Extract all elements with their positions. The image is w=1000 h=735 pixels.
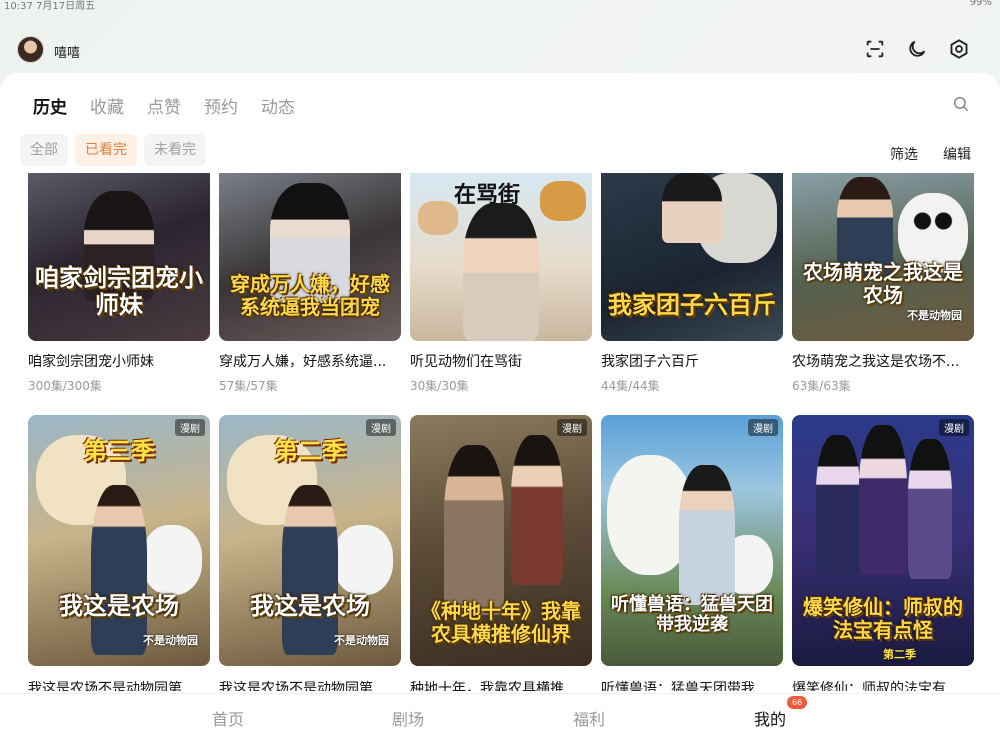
filter-button[interactable]: 筛选 — [890, 144, 918, 164]
drama-title: 咱家剑宗团宠小师妹 — [28, 354, 154, 370]
tab-history[interactable]: 历史 — [33, 93, 67, 118]
poster-title: 咱家剑宗团宠小师妹 — [35, 262, 203, 320]
drama-card[interactable]: 在骂街 听见动物们在骂街 30集/30集 — [410, 173, 592, 394]
drama-title: 我这是农场不是动物园第... — [219, 681, 387, 691]
filter-unfinished[interactable]: 未看完 — [144, 134, 206, 166]
panda-illustration — [142, 525, 202, 595]
comic-badge: 漫剧 — [175, 419, 205, 436]
drama-poster[interactable]: 漫剧 《种地十年》我靠农具横推修仙界 — [410, 415, 592, 666]
comic-badge: 漫剧 — [557, 419, 587, 436]
drama-card[interactable]: 农场萌宠之我这是农场 不是动物园 农场萌宠之我这是农场不... 63集/63集 — [792, 173, 974, 394]
drama-poster[interactable]: 穿成万人嫌，好感系统逼我当团宠 — [219, 173, 401, 341]
season-label: 第二季 — [274, 436, 346, 465]
panda-illustration — [333, 525, 393, 595]
poster-subtitle: 不是动物园 — [907, 309, 962, 322]
battery-level: 99% — [969, 0, 992, 8]
edit-button[interactable]: 编辑 — [943, 144, 971, 164]
poster-subtitle: 不是动物园 — [334, 634, 389, 647]
comic-badge: 漫剧 — [366, 419, 396, 436]
season-label: 第三季 — [83, 436, 155, 465]
comic-badge: 漫剧 — [939, 419, 969, 436]
drama-poster[interactable]: 咱家剑宗团宠小师妹 — [28, 173, 210, 341]
poster-title: 《种地十年》我靠农具横推修仙界 — [421, 599, 581, 646]
tab-reservations[interactable]: 预约 — [204, 93, 238, 118]
filter-all[interactable]: 全部 — [20, 134, 68, 166]
notification-badge: 66 — [787, 696, 808, 709]
history-grid[interactable]: 咱家剑宗团宠小师妹 咱家剑宗团宠小师妹 300集/300集 穿成万人嫌，好感系统… — [0, 173, 1000, 691]
grid-row: 咱家剑宗团宠小师妹 咱家剑宗团宠小师妹 300集/300集 穿成万人嫌，好感系统… — [28, 173, 974, 394]
episode-count: 63集/63集 — [792, 379, 851, 393]
drama-card[interactable]: 漫剧 第三季 我这是农场 不是动物园 我这是农场不是动物园第... — [28, 415, 210, 691]
tab-activity[interactable]: 动态 — [261, 93, 295, 118]
drama-card[interactable]: 漫剧 听懂兽语：猛兽天团带我逆袭 听懂兽语：猛兽天团带我... — [601, 415, 783, 691]
episode-count: 30集/30集 — [410, 379, 469, 393]
drama-poster[interactable]: 漫剧 爆笑修仙：师叔的法宝有点怪 第二季 — [792, 415, 974, 666]
drama-card[interactable]: 漫剧 《种地十年》我靠农具横推修仙界 种地十年，我靠农具横推... — [410, 415, 592, 691]
episode-count: 44集/44集 — [601, 379, 660, 393]
status-bar: 10:37 7月17日周五 99% — [0, 0, 1000, 12]
grid-row: 漫剧 第三季 我这是农场 不是动物园 我这是农场不是动物园第... 漫剧 第二季… — [28, 415, 974, 691]
drama-card[interactable]: 漫剧 第二季 我这是农场 不是动物园 我这是农场不是动物园第... — [219, 415, 401, 691]
tab-likes[interactable]: 点赞 — [147, 93, 181, 118]
poster-title: 我这是农场 — [59, 591, 179, 621]
drama-title: 我这是农场不是动物园第... — [28, 681, 196, 691]
drama-card[interactable]: 我家团子六百斤 我家团子六百斤 44集/44集 — [601, 173, 783, 394]
nav-home[interactable]: 首页 — [212, 706, 244, 730]
drama-poster[interactable]: 漫剧 第三季 我这是农场 不是动物园 — [28, 415, 210, 666]
poster-subtitle: 第二季 — [883, 648, 916, 661]
poster-title: 农场萌宠之我这是农场 — [803, 260, 963, 307]
comic-badge: 漫剧 — [748, 419, 778, 436]
poster-title: 爆笑修仙：师叔的法宝有点怪 — [803, 595, 963, 642]
status-time: 10:37 7月17日周五 — [4, 1, 96, 12]
poster-title: 我家团子六百斤 — [608, 290, 776, 320]
tab-favorites[interactable]: 收藏 — [90, 93, 124, 118]
drama-title: 种地十年，我靠农具横推... — [410, 681, 578, 691]
search-icon[interactable] — [952, 95, 970, 113]
avatar[interactable] — [17, 36, 44, 63]
poster-title: 听懂兽语：猛兽天团带我逆袭 — [611, 593, 773, 636]
drama-card[interactable]: 穿成万人嫌，好感系统逼我当团宠 穿成万人嫌，好感系统逼... 57集/57集 — [219, 173, 401, 394]
drama-poster[interactable]: 我家团子六百斤 — [601, 173, 783, 341]
username: 嘻嘻 — [54, 46, 81, 61]
cat-illustration — [418, 201, 458, 235]
drama-poster[interactable]: 漫剧 听懂兽语：猛兽天团带我逆袭 — [601, 415, 783, 666]
gear-icon[interactable] — [947, 37, 971, 61]
nav-mine[interactable]: 我的 — [754, 706, 786, 730]
drama-card[interactable]: 漫剧 爆笑修仙：师叔的法宝有点怪 第二季 爆笑修仙：师叔的法宝有... — [792, 415, 974, 691]
bottom-nav: 首页 剧场 福利 我的 66 — [0, 693, 1000, 735]
nav-welfare[interactable]: 福利 — [573, 706, 605, 730]
drama-card[interactable]: 咱家剑宗团宠小师妹 咱家剑宗团宠小师妹 300集/300集 — [28, 173, 210, 394]
filter-chips: 全部 已看完 未看完 — [20, 134, 206, 166]
profile-header: 嘻嘻 — [0, 28, 1000, 72]
drama-title: 农场萌宠之我这是农场不... — [792, 354, 960, 370]
drama-title: 听见动物们在骂街 — [410, 354, 522, 370]
poster-subtitle: 不是动物园 — [143, 634, 198, 647]
drama-poster[interactable]: 农场萌宠之我这是农场 不是动物园 — [792, 173, 974, 341]
poster-title: 穿成万人嫌，好感系统逼我当团宠 — [230, 272, 390, 319]
drama-title: 穿成万人嫌，好感系统逼... — [219, 354, 387, 370]
drama-title: 听懂兽语：猛兽天团带我... — [601, 681, 769, 691]
moon-icon[interactable] — [905, 37, 929, 61]
tab-bar: 历史 收藏 点赞 预约 动态 — [33, 93, 295, 118]
drama-title: 爆笑修仙：师叔的法宝有... — [792, 681, 960, 691]
drama-title: 我家团子六百斤 — [601, 354, 699, 370]
episode-count: 300集/300集 — [28, 379, 102, 393]
nav-theater[interactable]: 剧场 — [392, 706, 424, 730]
poster-title: 我这是农场 — [250, 591, 370, 621]
episode-count: 57集/57集 — [219, 379, 278, 393]
drama-poster[interactable]: 在骂街 — [410, 173, 592, 341]
filter-finished[interactable]: 已看完 — [75, 134, 137, 166]
content-card: 历史 收藏 点赞 预约 动态 全部 已看完 未看完 筛选 编辑 咱家剑宗团宠小师… — [0, 73, 1000, 735]
drama-poster[interactable]: 漫剧 第二季 我这是农场 不是动物园 — [219, 415, 401, 666]
scan-icon[interactable] — [863, 37, 887, 61]
dog-illustration — [540, 181, 586, 221]
